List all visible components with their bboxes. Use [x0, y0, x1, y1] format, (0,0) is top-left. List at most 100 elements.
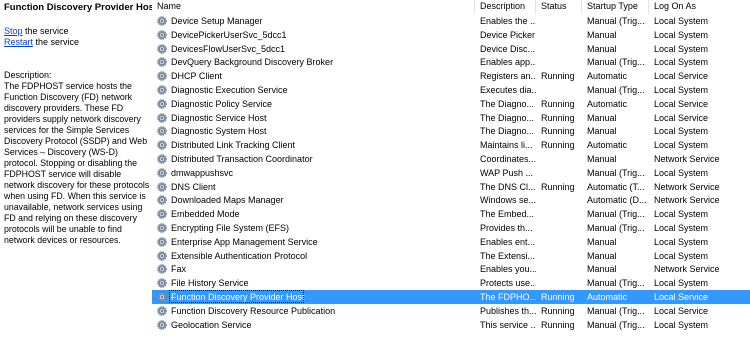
- stop-action-text: the service: [22, 26, 69, 36]
- table-row[interactable]: Fax Enables you... Manual Network Service: [152, 262, 750, 276]
- selected-service-title: Function Discovery Provider Host: [4, 2, 158, 13]
- cell-startup: Manual (Trig...: [587, 319, 645, 330]
- cell-name: Fax: [171, 264, 187, 275]
- cell-name: Diagnostic Policy Service: [171, 98, 273, 109]
- service-description: The FDPHOST service hosts the Function D…: [4, 81, 150, 245]
- cell-startup: Automatic: [587, 292, 628, 302]
- table-row[interactable]: Function Discovery Resource Publication P…: [152, 304, 750, 318]
- cell-startup: Manual: [587, 236, 617, 247]
- column-header-name[interactable]: Name: [152, 0, 475, 14]
- table-row[interactable]: Distributed Link Tracking Client Maintain…: [152, 138, 750, 152]
- table-row[interactable]: Extensible Authentication Protocol The Ex…: [152, 249, 750, 263]
- cell-logon: Local System: [654, 43, 709, 54]
- column-header-status[interactable]: Status: [536, 0, 582, 14]
- table-row[interactable]: File History Service Protects use... Manua…: [152, 276, 750, 290]
- table-row[interactable]: DevQuery Background Discovery Broker Enab…: [152, 55, 750, 69]
- table-row[interactable]: Device Setup Manager Enables the ... Manua…: [152, 14, 750, 28]
- table-row-selected[interactable]: Function Discovery Provider Host The FDPH…: [152, 290, 750, 304]
- cell-status: Running: [541, 305, 575, 316]
- cell-name: Extensible Authentication Protocol: [171, 250, 308, 261]
- cell-startup: Manual: [587, 250, 617, 261]
- cell-status: [536, 83, 582, 97]
- restart-action-text: the service: [33, 37, 80, 47]
- cell-logon: Network Service: [654, 264, 720, 275]
- cell-status: Running: [541, 126, 575, 137]
- column-header-description[interactable]: Description: [475, 0, 536, 14]
- cell-logon: Local Service: [654, 71, 709, 82]
- cell-logon: Local System: [654, 16, 709, 26]
- cell-description: Enables the ...: [480, 16, 536, 26]
- cell-startup: Manual (Trig...: [587, 223, 645, 233]
- cell-startup: Manual: [587, 29, 617, 40]
- cell-startup: Manual: [587, 264, 617, 275]
- table-row[interactable]: DHCP Client Registers an... Running Automat…: [152, 69, 750, 83]
- cell-name: Downloaded Maps Manager: [171, 195, 284, 206]
- cell-name: Distributed Transaction Coordinator: [171, 154, 313, 164]
- cell-logon: Local System: [654, 223, 709, 233]
- table-row[interactable]: Geolocation Service This service ... Runni…: [152, 318, 750, 332]
- cell-description: Windows se...: [480, 195, 536, 206]
- cell-status: [536, 235, 582, 249]
- table-row[interactable]: DevicePickerUserSvc_5dcc1 Device Picker Ma…: [152, 28, 750, 42]
- restart-service-link[interactable]: Restart: [4, 37, 33, 47]
- cell-status: Running: [541, 140, 575, 151]
- cell-name: Diagnostic Execution Service: [171, 85, 288, 95]
- cell-name: DevicePickerUserSvc_5dcc1: [171, 29, 287, 40]
- column-header-startup-type[interactable]: Startup Type: [582, 0, 649, 14]
- cell-status: [536, 221, 582, 235]
- cell-startup: Manual (Trig...: [587, 278, 645, 289]
- cell-logon: Local Service: [654, 112, 709, 123]
- cell-startup: Automatic: [587, 98, 628, 109]
- focus-rectangle: [169, 290, 304, 303]
- cell-logon: Network Service: [654, 195, 720, 206]
- column-header-log-on-as[interactable]: Log On As: [649, 0, 750, 14]
- cell-startup: Manual (Trig...: [587, 209, 645, 220]
- cell-status: [536, 262, 582, 276]
- cell-description: The Extensi...: [480, 250, 536, 261]
- cell-description: Publishes th...: [480, 305, 536, 316]
- stop-service-link[interactable]: Stop: [4, 26, 23, 36]
- table-row[interactable]: Downloaded Maps Manager Windows se... Auto…: [152, 193, 750, 207]
- cell-startup: Manual (Trig...: [587, 305, 645, 316]
- cell-name: DevicesFlowUserSvc_5dcc1: [171, 43, 286, 54]
- table-row[interactable]: Diagnostic Policy Service The Diagno... Ru…: [152, 97, 750, 111]
- cell-name: Device Setup Manager: [171, 16, 263, 26]
- table-row[interactable]: Diagnostic Service Host The Diagno... Runn…: [152, 111, 750, 125]
- cell-description: Enables ent...: [480, 236, 536, 247]
- cell-description: Enables you...: [480, 264, 536, 275]
- table-row[interactable]: DNS Client The DNS Cl... Running Automatic …: [152, 180, 750, 194]
- service-details-pane: Function Discovery Provider Host Stop th…: [0, 0, 157, 338]
- cell-startup: Manual: [587, 154, 617, 164]
- restart-action: Restart the service: [4, 37, 79, 47]
- table-row[interactable]: Diagnostic System Host The Diagno... Runni…: [152, 124, 750, 138]
- table-row[interactable]: Distributed Transaction Coordinator Coord…: [152, 152, 750, 166]
- cell-description: Executes dia...: [480, 85, 536, 95]
- cell-status: [536, 276, 582, 290]
- cell-status: [536, 42, 582, 56]
- cell-name: DevQuery Background Discovery Broker: [171, 57, 334, 68]
- table-row[interactable]: dmwappushsvc WAP Push ... Manual (Trig... L…: [152, 166, 750, 180]
- cell-description: Provides th...: [480, 223, 533, 233]
- cell-status: Running: [541, 319, 575, 330]
- table-row[interactable]: Diagnostic Execution Service Executes dia…: [152, 83, 750, 97]
- services-list[interactable]: Name Description Status Startup Type Log…: [152, 0, 750, 338]
- cell-startup: Manual (Trig...: [587, 57, 645, 68]
- cell-status: [536, 193, 582, 207]
- cell-description: Device Disc...: [480, 43, 536, 54]
- cell-name: Diagnostic System Host: [171, 126, 267, 137]
- table-row[interactable]: DevicesFlowUserSvc_5dcc1 Device Disc... Ma…: [152, 42, 750, 56]
- table-row[interactable]: Enterprise App Management Service Enables…: [152, 235, 750, 249]
- cell-status: Running: [541, 71, 575, 82]
- cell-name: File History Service: [171, 278, 249, 289]
- cell-name: DNS Client: [171, 181, 216, 192]
- cell-name: Geolocation Service: [171, 319, 252, 330]
- cell-startup: Manual: [587, 43, 617, 54]
- cell-startup: Automatic: [587, 140, 628, 151]
- cell-name: Embedded Mode: [171, 209, 240, 220]
- cell-name: Diagnostic Service Host: [171, 112, 267, 123]
- cell-status: Running: [541, 292, 575, 302]
- table-row[interactable]: Encrypting File System (EFS) Provides th.…: [152, 221, 750, 235]
- cell-startup: Automatic (T...: [587, 181, 645, 192]
- table-row[interactable]: Embedded Mode The Embed... Manual (Trig...…: [152, 207, 750, 221]
- cell-name: Enterprise App Management Service: [171, 236, 318, 247]
